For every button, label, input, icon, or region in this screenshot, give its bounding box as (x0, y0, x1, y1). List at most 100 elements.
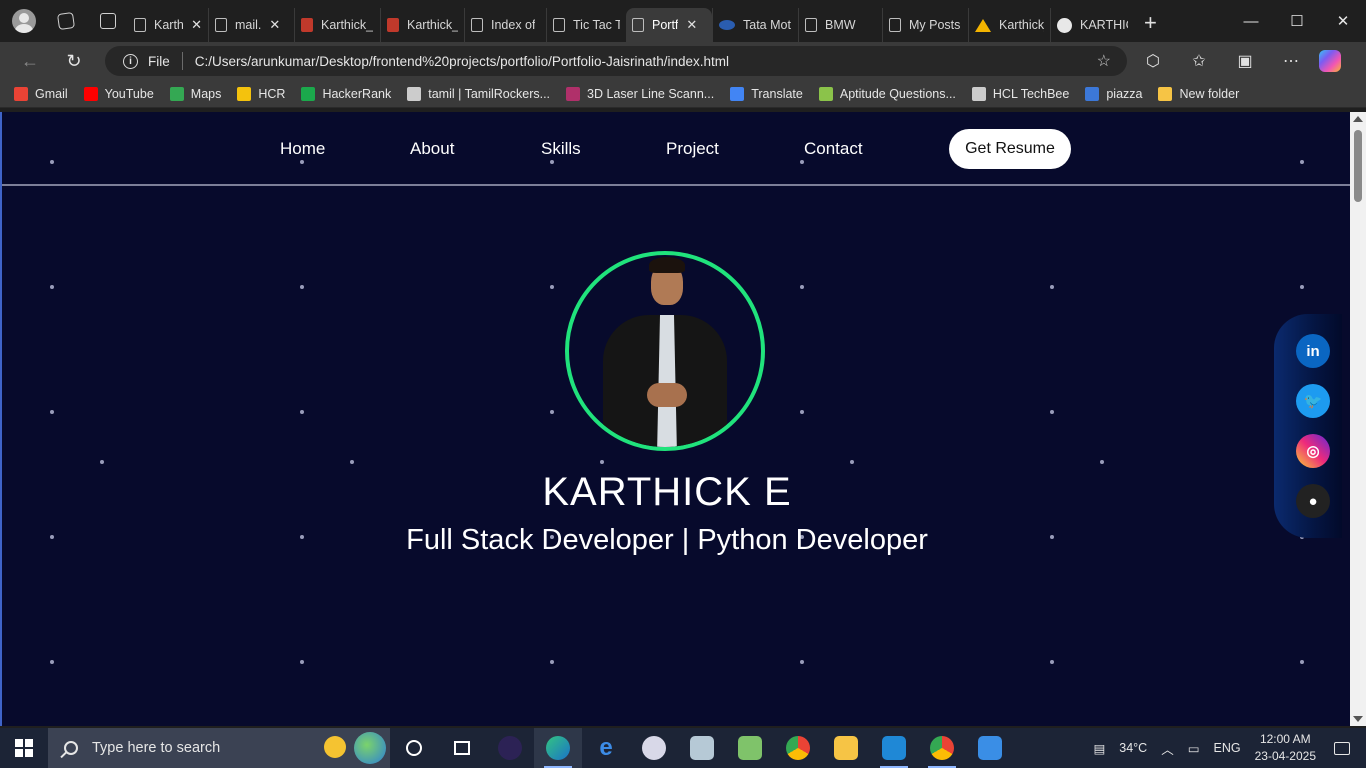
paint-app-icon[interactable] (630, 728, 678, 768)
close-tab-icon[interactable]: ✕ (686, 17, 697, 33)
minimize-button[interactable]: — (1228, 0, 1274, 42)
get-resume-button[interactable]: Get Resume (949, 129, 1071, 169)
back-button[interactable]: ← (13, 51, 47, 72)
favorites-icon[interactable]: ✩ (1179, 51, 1219, 71)
bookmark-favicon-icon (971, 86, 986, 101)
browser-tab[interactable]: Karthick_ (294, 8, 380, 42)
close-window-button[interactable]: ✕ (1320, 0, 1366, 42)
start-button[interactable] (0, 739, 48, 757)
workspaces-icon[interactable] (56, 11, 76, 31)
vscode-app-icon[interactable] (870, 728, 918, 768)
temperature-text[interactable]: 34°C (1119, 741, 1147, 755)
github-icon[interactable]: ● (1296, 484, 1330, 518)
profile-avatar-icon[interactable] (12, 9, 36, 33)
notepad-app-icon[interactable] (726, 728, 774, 768)
scroll-thumb[interactable] (1354, 130, 1362, 202)
more-menu-icon[interactable]: ⋯ (1271, 51, 1311, 71)
close-tab-icon[interactable]: ✕ (191, 17, 202, 33)
eclipse-app-icon[interactable] (486, 728, 534, 768)
nav-link-project[interactable]: Project (666, 139, 719, 159)
extensions-icon[interactable]: ⬡ (1133, 51, 1173, 71)
scroll-up-icon[interactable] (1353, 116, 1363, 122)
photo-viewer-app-icon[interactable] (678, 728, 726, 768)
bookmark-item[interactable]: tamil | TamilRockers... (407, 86, 551, 101)
bookmark-item[interactable]: Translate (730, 86, 803, 101)
chrome-profile-app-icon[interactable] (918, 728, 966, 768)
bookmark-item[interactable]: YouTube (83, 86, 154, 101)
browser-tab[interactable]: KARTHIC (1050, 8, 1134, 42)
bookmark-item[interactable]: HCL TechBee (971, 86, 1069, 101)
photo-hair (649, 257, 685, 273)
tab-actions-icon[interactable] (100, 13, 116, 29)
bookmark-item[interactable]: New folder (1158, 86, 1239, 101)
language-indicator[interactable]: ENG (1214, 741, 1241, 755)
bookmarks-bar: Gmail YouTube Maps HCR HackerRank tamil | Tam… (0, 80, 1366, 108)
bookmark-item[interactable]: HCR (237, 86, 285, 101)
twitter-icon[interactable]: 🐦 (1296, 384, 1330, 418)
background-star (850, 460, 854, 464)
tab-title: Karthick_ (407, 18, 458, 32)
earth-day-icon[interactable] (354, 732, 386, 764)
background-star (800, 285, 804, 289)
browser-tab[interactable]: BMW (798, 8, 882, 42)
bookmark-item[interactable]: Gmail (14, 86, 68, 101)
browser-tab[interactable]: Karth ✕ (128, 8, 208, 42)
cortana-button[interactable] (390, 728, 438, 768)
browser-tab[interactable]: Karthick_ (380, 8, 464, 42)
bookmark-item[interactable]: piazza (1085, 86, 1142, 101)
search-placeholder: Type here to search (92, 740, 221, 756)
info-icon[interactable]: i (123, 53, 138, 69)
clock-date: 23-04-2025 (1254, 749, 1316, 763)
new-tab-button[interactable]: + (1144, 10, 1157, 36)
page-icon (471, 18, 483, 32)
tab-title: Karth (154, 18, 184, 32)
address-bar[interactable]: i File C:/Users/arunkumar/Desktop/fronte… (105, 46, 1127, 76)
browser-tab[interactable]: Portf ✕ (626, 8, 712, 42)
instagram-icon[interactable]: ◎ (1296, 434, 1330, 468)
browser-tab[interactable]: Tic Tac To (546, 8, 626, 42)
battery-icon[interactable]: ▭ (1188, 741, 1200, 756)
task-view-button[interactable] (438, 728, 486, 768)
copilot-icon[interactable] (1319, 50, 1341, 72)
photos-app-icon[interactable] (966, 728, 1014, 768)
hero-role: Full Stack Developer | Python Developer (406, 524, 928, 556)
taskbar-search[interactable]: Type here to search (48, 728, 390, 768)
collections-icon[interactable]: ▣ (1225, 51, 1265, 71)
bookmark-label: tamil | TamilRockers... (428, 86, 551, 101)
bookmark-item[interactable]: Aptitude Questions... (818, 86, 956, 101)
browser-tab[interactable]: Karthick_ (968, 8, 1050, 42)
linkedin-icon[interactable]: in (1296, 334, 1330, 368)
ie-app-icon[interactable]: e (582, 728, 630, 768)
chrome-app-icon[interactable] (774, 728, 822, 768)
file-explorer-app-icon[interactable] (822, 728, 870, 768)
browser-tab[interactable]: My Posts (882, 8, 968, 42)
nav-link-contact[interactable]: Contact (804, 139, 863, 159)
reload-button[interactable]: ↻ (57, 51, 91, 72)
maximize-button[interactable]: ☐ (1274, 0, 1320, 42)
scroll-down-icon[interactable] (1353, 716, 1363, 722)
search-icon (64, 741, 78, 755)
bookmark-favicon-icon (14, 86, 28, 101)
page-icon (215, 18, 227, 32)
close-tab-icon[interactable]: ✕ (269, 17, 280, 33)
chevron-up-icon[interactable]: ︿ (1161, 739, 1174, 758)
bookmark-item[interactable]: HackerRank (301, 86, 391, 101)
browser-tab[interactable]: Tata Mot (712, 8, 798, 42)
nav-link-skills[interactable]: Skills (541, 139, 581, 159)
bookmark-item[interactable]: Maps (169, 86, 222, 101)
tab-title: Portf (652, 18, 679, 32)
clock[interactable]: 12:00 AM 23-04-2025 (1255, 731, 1316, 765)
bookmark-item[interactable]: 3D Laser Line Scann... (566, 86, 714, 101)
browser-tab[interactable]: mail. ✕ (208, 8, 294, 42)
browser-tab[interactable]: Index of (464, 8, 546, 42)
url-text[interactable]: C:/Users/arunkumar/Desktop/frontend%20pr… (195, 54, 1097, 69)
weather-icon[interactable]: ▤ (1093, 741, 1105, 756)
nav-link-about[interactable]: About (410, 139, 454, 159)
edge-app-icon[interactable] (534, 728, 582, 768)
page-scrollbar[interactable] (1350, 112, 1366, 726)
background-star (550, 410, 554, 414)
nav-link-home[interactable]: Home (280, 139, 325, 159)
bookmark-label: Maps (190, 86, 222, 101)
favorite-star-icon[interactable]: ☆ (1097, 51, 1111, 71)
notification-icon[interactable] (1334, 741, 1350, 755)
